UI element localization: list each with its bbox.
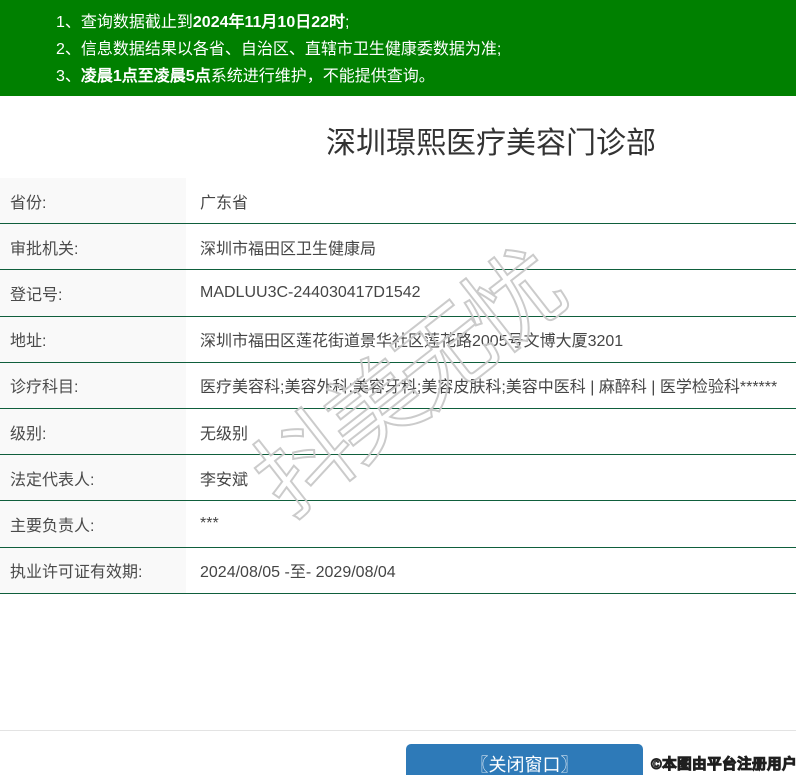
notice-text: 3、 bbox=[56, 68, 81, 85]
notice-text: 系统进行维护，不能提供查询。 bbox=[211, 68, 435, 85]
table-row-license-validity: 执业许可证有效期: 2024/08/05 -至- 2029/08/04 bbox=[0, 548, 796, 594]
notice-bold-text: 2024年11月10日22时 bbox=[193, 14, 345, 31]
table-row-approval-authority: 审批机关: 深圳市福田区卫生健康局 bbox=[0, 224, 796, 270]
result-panel: 深圳璟熙医疗美容门诊部 省份: 广东省 审批机关: 深圳市福田区卫生健康局 登记… bbox=[0, 96, 796, 775]
row-value: 深圳市福田区莲花街道景华社区莲花路2005号文博大厦3201 bbox=[186, 317, 796, 362]
row-label: 省份: bbox=[0, 178, 186, 223]
notice-text: 2、信息数据结果以各省、自治区、直辖市卫生健康委数据为准; bbox=[56, 41, 501, 58]
close-window-button[interactable]: 〖关闭窗口〗 bbox=[406, 744, 643, 775]
notice-text: 1、查询数据截止到 bbox=[56, 14, 193, 31]
row-label: 地址: bbox=[0, 317, 186, 362]
row-value: 李安斌 bbox=[186, 455, 796, 500]
notice-line-2: 2、信息数据结果以各省、自治区、直辖市卫生健康委数据为准; bbox=[56, 36, 796, 63]
notice-line-3: 3、凌晨1点至凌晨5点系统进行维护，不能提供查询。 bbox=[56, 63, 796, 90]
notice-banner: 1、查询数据截止到2024年11月10日22时; 2、信息数据结果以各省、自治区… bbox=[0, 0, 796, 96]
copyright-watermark: ©本图由平台注册用户上传 bbox=[651, 753, 796, 774]
notice-line-1: 1、查询数据截止到2024年11月10日22时; bbox=[56, 9, 796, 36]
row-value: 医疗美容科;美容外科;美容牙科;美容皮肤科;美容中医科 | 麻醉科 | 医学检验… bbox=[186, 363, 796, 408]
table-row-province: 省份: 广东省 bbox=[0, 178, 796, 224]
row-value: MADLUU3C-244030417D1542 bbox=[186, 270, 796, 315]
footer-divider bbox=[0, 730, 796, 731]
row-label: 登记号: bbox=[0, 270, 186, 315]
row-label: 级别: bbox=[0, 409, 186, 454]
row-label: 主要负责人: bbox=[0, 501, 186, 546]
row-value: 无级别 bbox=[186, 409, 796, 454]
table-row-legal-representative: 法定代表人: 李安斌 bbox=[0, 455, 796, 501]
table-row-address: 地址: 深圳市福田区莲花街道景华社区莲花路2005号文博大厦3201 bbox=[0, 317, 796, 363]
row-label: 诊疗科目: bbox=[0, 363, 186, 408]
row-label: 执业许可证有效期: bbox=[0, 548, 186, 593]
page-title: 深圳璟熙医疗美容门诊部 bbox=[0, 118, 796, 162]
table-row-medical-subjects: 诊疗科目: 医疗美容科;美容外科;美容牙科;美容皮肤科;美容中医科 | 麻醉科 … bbox=[0, 363, 796, 409]
row-label: 法定代表人: bbox=[0, 455, 186, 500]
table-row-registration-number: 登记号: MADLUU3C-244030417D1542 bbox=[0, 270, 796, 316]
notice-text: ; bbox=[345, 14, 349, 31]
row-label: 审批机关: bbox=[0, 224, 186, 269]
table-row-main-person-in-charge: 主要负责人: *** bbox=[0, 501, 796, 547]
notice-bold-text: 凌晨1点至凌晨5点 bbox=[81, 68, 211, 85]
row-value: *** bbox=[186, 501, 796, 546]
row-value: 深圳市福田区卫生健康局 bbox=[186, 224, 796, 269]
row-value: 2024/08/05 -至- 2029/08/04 bbox=[186, 548, 796, 593]
table-row-level: 级别: 无级别 bbox=[0, 409, 796, 455]
info-table: 省份: 广东省 审批机关: 深圳市福田区卫生健康局 登记号: MADLUU3C-… bbox=[0, 178, 796, 594]
row-value: 广东省 bbox=[186, 178, 796, 223]
